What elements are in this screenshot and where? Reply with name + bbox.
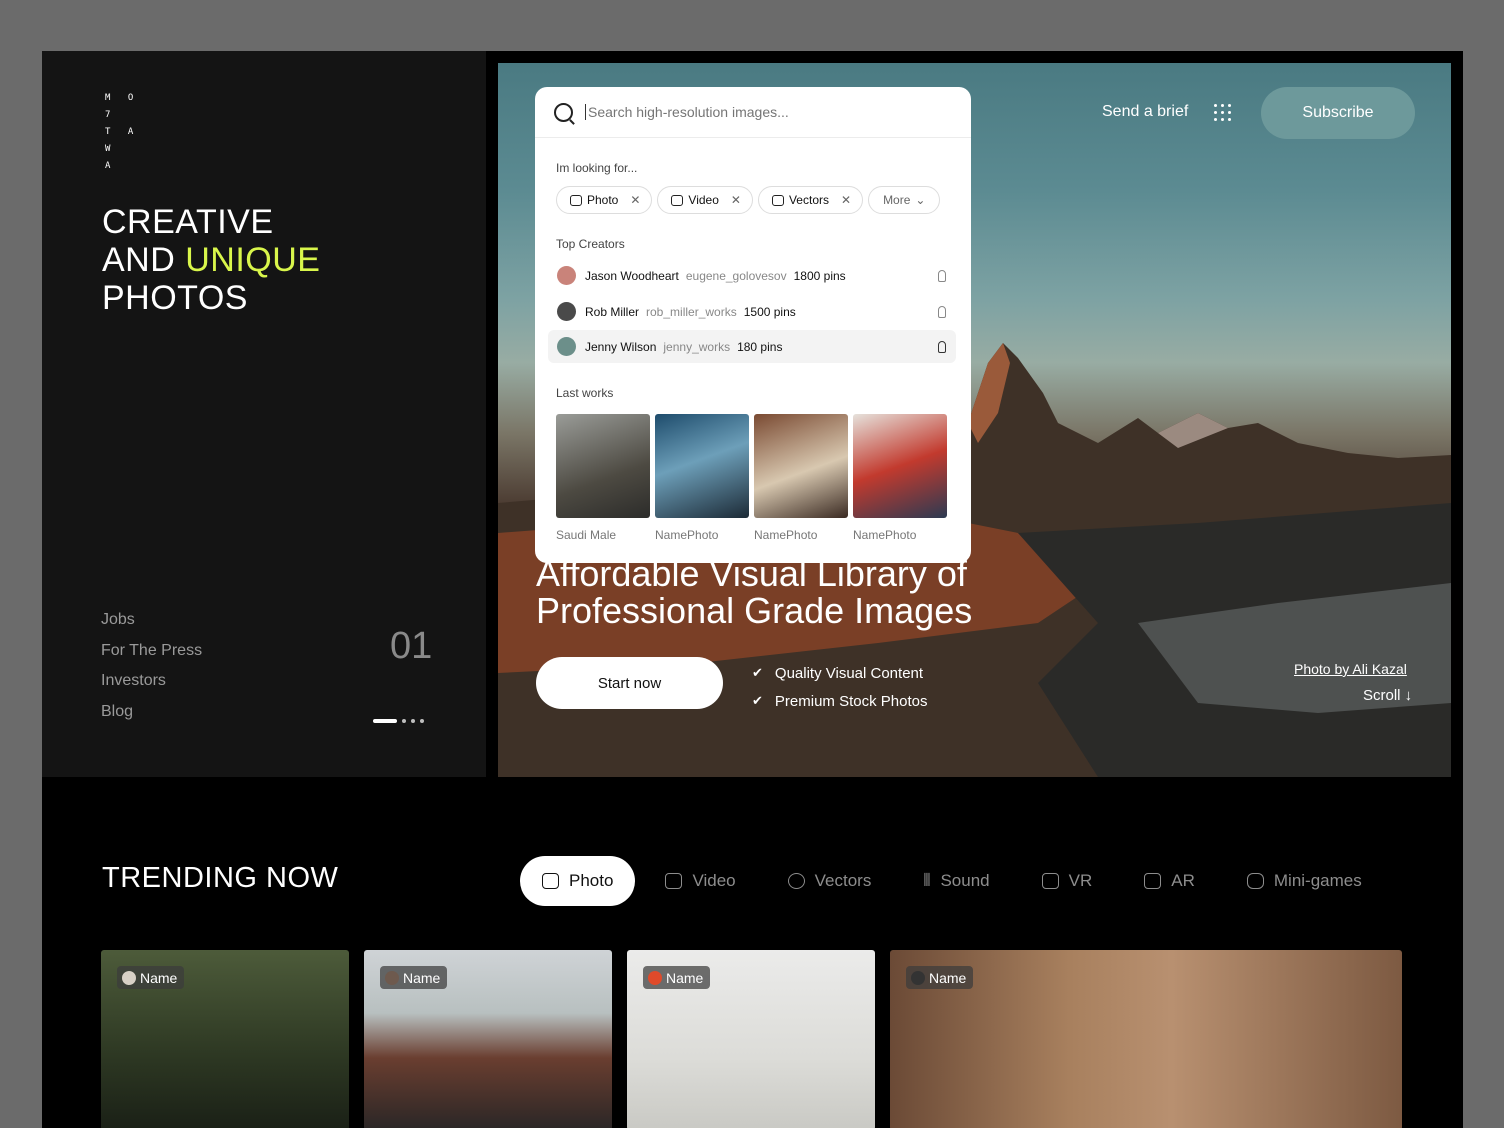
- user-icon[interactable]: [938, 269, 946, 282]
- link-press[interactable]: For The Press: [101, 637, 202, 668]
- avatar: [122, 970, 136, 985]
- page-frame: M O 7 T A W A CREATIVE AND UNIQUE PHOTOS…: [42, 51, 1463, 1128]
- start-now-button[interactable]: Start now: [536, 657, 723, 709]
- video-icon: [665, 873, 683, 889]
- hero-headline: Affordable Visual Library of Professiona…: [536, 553, 973, 631]
- avatar: [648, 970, 662, 985]
- check-icon: ✔: [752, 693, 763, 708]
- creator-row[interactable]: Rob Miller rob_miller_works 1500 pins: [548, 295, 956, 328]
- author-badge[interactable]: Name: [117, 966, 185, 989]
- avatar: [911, 970, 925, 985]
- link-jobs[interactable]: Jobs: [101, 606, 202, 637]
- apps-grid-icon[interactable]: [1214, 104, 1232, 122]
- trending-card[interactable]: Name: [101, 950, 349, 1128]
- avatar: [557, 266, 576, 285]
- work-item[interactable]: NamePhoto: [853, 414, 947, 542]
- chevron-down-icon: ⌄: [915, 193, 926, 207]
- last-works-label: Last works: [556, 386, 614, 400]
- gamepad-icon: [1246, 873, 1264, 889]
- trending-card[interactable]: Name: [890, 950, 1402, 1128]
- close-icon[interactable]: ✕: [841, 193, 851, 207]
- category-tabs: Photo Video Vectors ⫴ Sound VR AR Mini-ga…: [520, 856, 1392, 906]
- feature-item: ✔ Premium Stock Photos: [752, 692, 928, 710]
- slide-dot[interactable]: [420, 719, 424, 723]
- search-input[interactable]: [585, 104, 925, 120]
- last-works-list: Saudi Male NamePhoto NamePhoto NamePhoto: [556, 414, 947, 542]
- tab-ar[interactable]: AR: [1122, 856, 1217, 906]
- work-item[interactable]: NamePhoto: [655, 414, 749, 542]
- top-creators-label: Top Creators: [556, 237, 625, 251]
- link-blog[interactable]: Blog: [101, 698, 202, 729]
- vector-icon: [771, 194, 784, 206]
- work-item[interactable]: NamePhoto: [754, 414, 848, 542]
- title-accent: UNIQUE: [185, 241, 321, 279]
- search-bar: [535, 87, 971, 138]
- tab-photo[interactable]: Photo: [520, 856, 636, 906]
- trending-card[interactable]: Name: [364, 950, 612, 1128]
- sound-wave-icon: ⫴: [923, 871, 931, 890]
- feature-list: ✔ Quality Visual Content ✔ Premium Stock P…: [752, 659, 927, 715]
- filter-chips: Photo ✕ Video ✕ Vectors ✕ More ⌄: [556, 186, 941, 214]
- creator-row[interactable]: Jenny Wilson jenny_works 180 pins: [548, 330, 956, 363]
- looking-for-label: Im looking for...: [556, 161, 638, 175]
- avatar: [557, 337, 576, 356]
- close-icon[interactable]: ✕: [731, 193, 741, 207]
- send-brief-link[interactable]: Send a brief: [1102, 103, 1188, 121]
- user-icon[interactable]: [938, 340, 946, 353]
- tab-video[interactable]: Video: [643, 856, 757, 906]
- left-panel: M O 7 T A W A CREATIVE AND UNIQUE PHOTOS…: [42, 51, 486, 777]
- link-investors[interactable]: Investors: [101, 667, 202, 698]
- slide-number: 01: [390, 625, 433, 667]
- author-badge[interactable]: Name: [380, 966, 448, 989]
- vr-headset-icon: [1041, 873, 1059, 889]
- slide-dot-active[interactable]: [373, 719, 397, 723]
- tab-vectors[interactable]: Vectors: [766, 856, 894, 906]
- video-icon: [671, 194, 684, 206]
- author-badge[interactable]: Name: [643, 966, 711, 989]
- trending-title: TRENDING NOW: [102, 862, 339, 894]
- image-icon: [542, 873, 559, 889]
- user-icon[interactable]: [938, 305, 946, 318]
- hero-title: CREATIVE AND UNIQUE PHOTOS: [102, 203, 321, 317]
- scroll-indicator[interactable]: Scroll ↓: [1363, 687, 1412, 704]
- work-thumbnail: [556, 414, 650, 518]
- ar-icon: [1144, 873, 1162, 889]
- tab-vr[interactable]: VR: [1020, 856, 1115, 906]
- work-thumbnail: [853, 414, 947, 518]
- work-item[interactable]: Saudi Male: [556, 414, 650, 542]
- tab-sound[interactable]: ⫴ Sound: [901, 856, 1011, 906]
- photo-credit-link[interactable]: Photo by Ali Kazal: [1294, 661, 1407, 677]
- image-icon: [570, 194, 582, 206]
- trending-card[interactable]: Name: [627, 950, 875, 1128]
- creator-row[interactable]: Jason Woodheart eugene_golovesov 1800 pi…: [548, 259, 956, 292]
- slide-dot[interactable]: [402, 719, 406, 723]
- search-icon: [554, 102, 573, 122]
- check-icon: ✔: [752, 665, 763, 680]
- more-dropdown[interactable]: More ⌄: [868, 186, 941, 214]
- slide-pagination[interactable]: [373, 719, 424, 723]
- avatar: [557, 302, 576, 321]
- logo[interactable]: M O 7 T A W A: [105, 90, 155, 175]
- trending-cards: Name Name Name Name: [101, 950, 1402, 1128]
- chip-video[interactable]: Video ✕: [657, 186, 753, 214]
- close-icon[interactable]: ✕: [630, 193, 640, 207]
- author-badge[interactable]: Name: [906, 966, 974, 989]
- chip-vectors[interactable]: Vectors ✕: [757, 186, 864, 214]
- vector-icon: [787, 873, 805, 889]
- search-dropdown: Im looking for... Photo✕ Video✕ Vectors✕…: [535, 87, 971, 563]
- subscribe-button[interactable]: Subscribe: [1261, 87, 1415, 139]
- feature-item: ✔ Quality Visual Content: [752, 664, 924, 682]
- avatar: [385, 970, 399, 985]
- slide-dot[interactable]: [411, 719, 415, 723]
- chip-photo[interactable]: Photo ✕: [556, 186, 653, 214]
- work-thumbnail: [754, 414, 848, 518]
- footer-links: Jobs For The Press Investors Blog: [101, 606, 202, 728]
- tab-mini-games[interactable]: Mini-games: [1225, 856, 1384, 906]
- work-thumbnail: [655, 414, 749, 518]
